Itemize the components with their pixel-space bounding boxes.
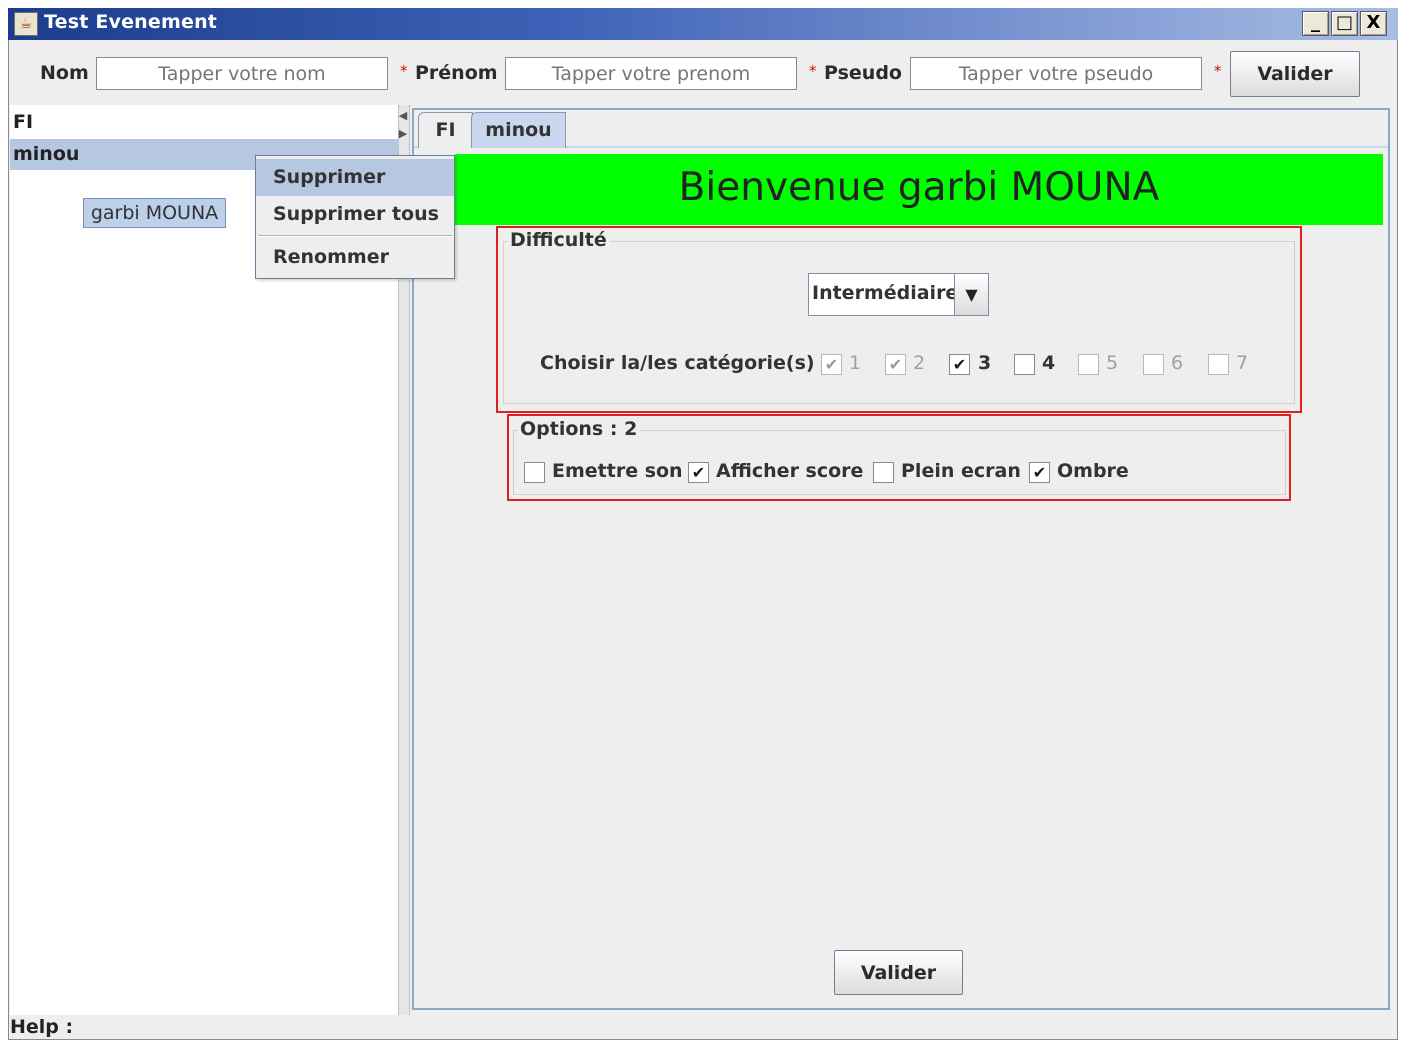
window-title: Test Evenement	[44, 11, 218, 33]
valider-bottom-button[interactable]: Valider	[834, 950, 963, 995]
category-label-4: 4	[1042, 352, 1056, 374]
required-marker: *	[400, 62, 408, 80]
category-checkbox-7	[1208, 354, 1229, 375]
emettre-son-checkbox[interactable]	[524, 462, 545, 483]
welcome-text: Bienvenue garbi MOUNA	[678, 165, 1160, 210]
category-checkbox-2: ✔	[885, 354, 906, 375]
prenom-label: Prénom	[415, 62, 498, 84]
tab-minou[interactable]: minou	[471, 112, 566, 148]
category-label-5: 5	[1106, 352, 1119, 374]
pseudo-input[interactable]	[910, 57, 1202, 90]
prenom-input[interactable]	[505, 57, 797, 90]
tab-fi[interactable]: FI	[418, 112, 473, 148]
nom-label: Nom	[40, 62, 89, 84]
menu-separator	[258, 235, 452, 237]
ombre-label: Ombre	[1057, 460, 1129, 482]
plein-ecran-checkbox[interactable]	[873, 462, 894, 483]
required-marker: *	[809, 62, 817, 80]
menu-item-supprimer-tous[interactable]: Supprimer tous	[256, 196, 454, 233]
chevron-down-icon[interactable]: ▼	[954, 274, 988, 315]
category-checkbox-1: ✔	[821, 354, 842, 375]
help-label: Help :	[10, 1016, 74, 1038]
category-label-7: 7	[1236, 352, 1249, 374]
tree-item-fi[interactable]: FI	[10, 107, 398, 138]
pseudo-label: Pseudo	[824, 62, 902, 84]
expand-right-icon[interactable]: ▶	[398, 128, 408, 140]
close-button[interactable]: X	[1360, 11, 1387, 36]
maximize-button[interactable]: □	[1331, 11, 1358, 36]
plein-ecran-label: Plein ecran	[901, 460, 1021, 482]
afficher-score-checkbox[interactable]: ✔	[688, 462, 709, 483]
collapse-left-icon[interactable]: ◀	[398, 110, 408, 122]
category-label-6: 6	[1171, 352, 1184, 374]
menu-item-renommer[interactable]: Renommer	[256, 239, 454, 276]
user-node[interactable]: garbi MOUNA	[83, 198, 226, 228]
required-marker: *	[1214, 62, 1222, 80]
options-title: Options : 2	[517, 418, 641, 440]
afficher-score-label: Afficher score	[716, 460, 864, 482]
category-label-3: 3	[978, 352, 992, 374]
category-checkbox-3[interactable]: ✔	[949, 354, 970, 375]
java-cup-icon: ☕	[14, 12, 38, 36]
category-checkbox-6	[1143, 354, 1164, 375]
difficulty-selected-value[interactable]: Intermédiaire	[812, 282, 958, 304]
difficulty-group	[503, 241, 1295, 404]
categories-label: Choisir la/les catégorie(s) :	[540, 352, 829, 374]
ombre-checkbox[interactable]: ✔	[1029, 462, 1050, 483]
context-menu: Supprimer Supprimer tous Renommer	[255, 155, 455, 279]
nom-input[interactable]	[96, 57, 388, 90]
category-checkbox-4[interactable]	[1014, 354, 1035, 375]
difficulty-title: Difficulté	[507, 229, 610, 251]
valider-top-button[interactable]: Valider	[1230, 51, 1360, 97]
category-label-1: 1	[849, 352, 862, 374]
menu-item-supprimer[interactable]: Supprimer	[256, 159, 454, 196]
emettre-son-label: Emettre son	[552, 460, 683, 482]
category-label-2: 2	[913, 352, 926, 374]
minimize-button[interactable]: _	[1302, 11, 1329, 36]
category-checkbox-5	[1078, 354, 1099, 375]
